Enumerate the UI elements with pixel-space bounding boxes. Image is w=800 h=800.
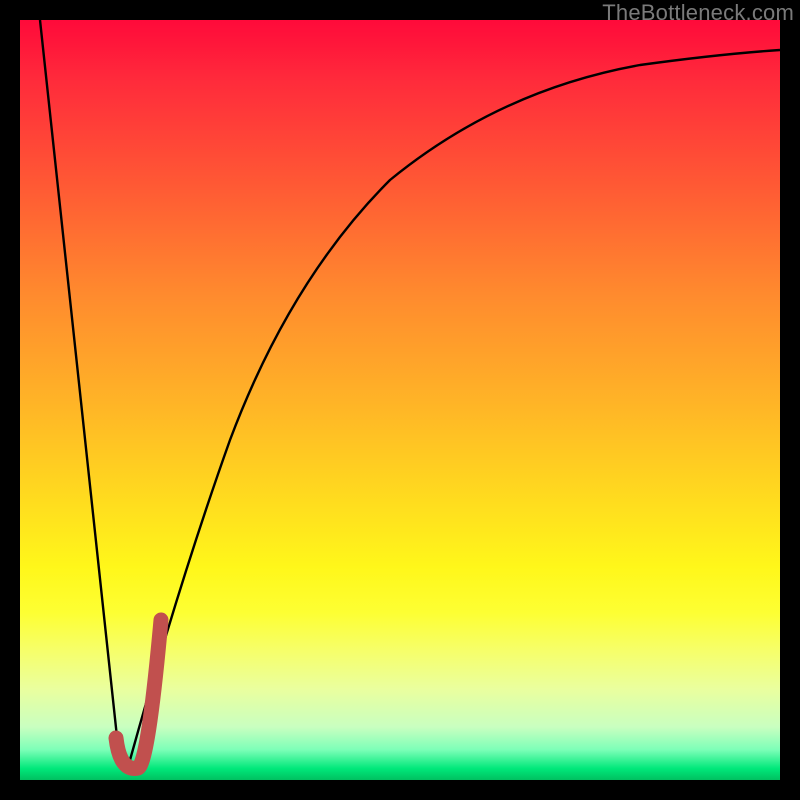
- chart-plot-area: [20, 20, 780, 780]
- watermark-text: TheBottleneck.com: [602, 0, 794, 26]
- chart-curve-layer: [20, 20, 780, 780]
- marker-j: [116, 620, 161, 768]
- chart-frame: TheBottleneck.com: [0, 0, 800, 800]
